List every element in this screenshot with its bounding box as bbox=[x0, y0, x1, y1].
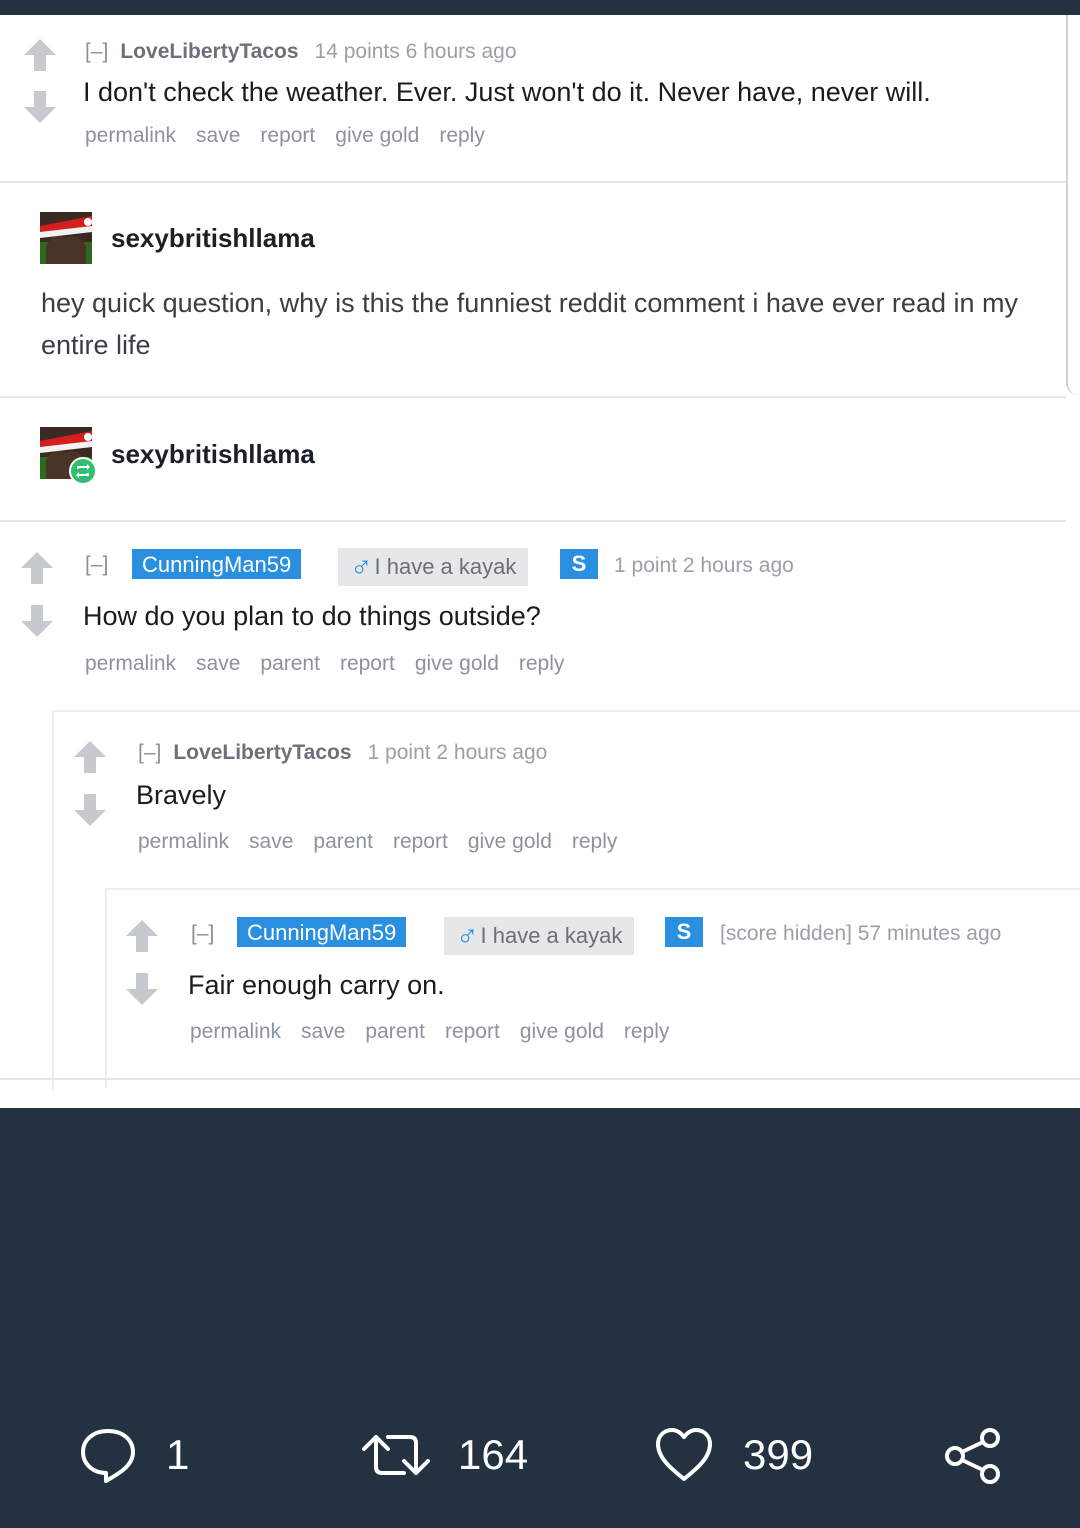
report-link[interactable]: report bbox=[393, 830, 448, 854]
collapse-toggle[interactable]: [–] bbox=[138, 741, 161, 765]
retweet-icon bbox=[362, 1435, 430, 1475]
divider bbox=[0, 520, 1066, 522]
permalink-link[interactable]: permalink bbox=[138, 830, 229, 854]
like-count: 399 bbox=[743, 1431, 814, 1478]
screenshot-edge bbox=[1066, 15, 1080, 395]
tweet-username[interactable]: sexybritishllama bbox=[111, 439, 315, 470]
downvote-arrow-icon[interactable] bbox=[19, 603, 55, 639]
report-link[interactable]: report bbox=[340, 652, 395, 676]
give-gold-link[interactable]: give gold bbox=[468, 830, 552, 854]
share-icon bbox=[945, 1428, 1000, 1484]
downvote-arrow-icon[interactable] bbox=[72, 792, 108, 828]
report-link[interactable]: report bbox=[260, 124, 315, 148]
tweet-text: hey quick question, why is this the funn… bbox=[41, 288, 1018, 360]
upvote-arrow-icon[interactable] bbox=[72, 739, 108, 775]
flair-text: I have a kayak bbox=[480, 923, 623, 948]
like-action[interactable]: 399 bbox=[655, 1427, 813, 1483]
reply-action[interactable]: 1 bbox=[80, 1427, 189, 1483]
save-link[interactable]: save bbox=[196, 124, 240, 148]
save-link[interactable]: save bbox=[301, 1020, 345, 1044]
permalink-link[interactable]: permalink bbox=[85, 652, 176, 676]
permalink-link[interactable]: permalink bbox=[85, 124, 176, 148]
comment-meta: [–] LoveLibertyTacos 1 point 2 hours ago bbox=[138, 741, 547, 765]
submitter-username-badge[interactable]: CunningMan59 bbox=[132, 549, 302, 579]
male-symbol-icon: ♂ bbox=[350, 550, 373, 583]
save-link[interactable]: save bbox=[196, 652, 240, 676]
retweet-badge-icon bbox=[69, 457, 97, 485]
comment-body: How do you plan to do things outside? bbox=[83, 601, 541, 631]
submitter-badge: S bbox=[665, 917, 703, 947]
submitter-username-badge[interactable]: CunningMan59 bbox=[237, 917, 407, 947]
comment-score: 1 point 2 hours ago bbox=[367, 741, 548, 764]
male-symbol-icon: ♂ bbox=[456, 919, 479, 952]
collapse-toggle[interactable]: [–] bbox=[85, 40, 108, 64]
reply-link[interactable]: reply bbox=[572, 830, 618, 854]
comment-author[interactable]: LoveLibertyTacos bbox=[173, 741, 351, 765]
reddit-screenshot: [–] LoveLibertyTacos 14 points 6 hours a… bbox=[0, 15, 1080, 1108]
comment-actions: permalink save parent report give gold r… bbox=[85, 652, 584, 676]
parent-link[interactable]: parent bbox=[313, 830, 373, 854]
comment-score: 14 points 6 hours ago bbox=[314, 40, 517, 63]
downvote-arrow-icon[interactable] bbox=[22, 89, 58, 125]
upvote-arrow-icon[interactable] bbox=[22, 37, 58, 73]
reply-link[interactable]: reply bbox=[519, 652, 565, 676]
comment-meta: [–] bbox=[85, 553, 120, 577]
comment-body: Fair enough carry on. bbox=[188, 970, 445, 1000]
give-gold-link[interactable]: give gold bbox=[335, 124, 419, 148]
save-link[interactable]: save bbox=[249, 830, 293, 854]
reply-count: 1 bbox=[166, 1431, 190, 1478]
speech-bubble-icon bbox=[81, 1429, 135, 1483]
user-flair: ♂ I have a kayak bbox=[338, 548, 529, 586]
comment-score: [score hidden] 57 minutes ago bbox=[720, 922, 1002, 945]
collapse-toggle[interactable]: [–] bbox=[85, 553, 108, 577]
upvote-arrow-icon[interactable] bbox=[124, 918, 160, 954]
downvote-arrow-icon[interactable] bbox=[124, 971, 160, 1007]
retweet-count: 164 bbox=[458, 1431, 529, 1478]
divider bbox=[0, 396, 1066, 398]
divider bbox=[0, 181, 1066, 183]
share-action[interactable] bbox=[944, 1427, 1002, 1485]
reply-link[interactable]: reply bbox=[624, 1020, 670, 1044]
user-flair: ♂ I have a kayak bbox=[444, 917, 635, 955]
upvote-arrow-icon[interactable] bbox=[19, 550, 55, 586]
retweet-action[interactable]: 164 bbox=[362, 1427, 528, 1483]
comment-meta: [–] bbox=[191, 922, 226, 946]
tweet-username[interactable]: sexybritishllama bbox=[111, 223, 315, 254]
parent-link[interactable]: parent bbox=[365, 1020, 425, 1044]
permalink-link[interactable]: permalink bbox=[190, 1020, 281, 1044]
comment-body: Bravely bbox=[136, 780, 227, 810]
submitter-badge: S bbox=[560, 549, 598, 579]
divider bbox=[0, 1078, 1080, 1080]
heart-icon bbox=[656, 1428, 712, 1481]
avatar[interactable] bbox=[40, 212, 92, 264]
comment-meta: [–] LoveLibertyTacos 14 points 6 hours a… bbox=[85, 40, 517, 64]
report-link[interactable]: report bbox=[445, 1020, 500, 1044]
comment-body: I don't check the weather. Ever. Just wo… bbox=[83, 77, 931, 107]
comment-actions: permalink save parent report give gold r… bbox=[138, 830, 637, 854]
flair-text: I have a kayak bbox=[374, 554, 517, 579]
comment-score: 1 point 2 hours ago bbox=[614, 554, 794, 577]
reply-link[interactable]: reply bbox=[439, 124, 485, 148]
give-gold-link[interactable]: give gold bbox=[415, 652, 499, 676]
parent-link[interactable]: parent bbox=[260, 652, 320, 676]
collapse-toggle[interactable]: [–] bbox=[191, 922, 214, 946]
comment-author[interactable]: LoveLibertyTacos bbox=[120, 40, 298, 64]
comment-actions: permalink save report give gold reply bbox=[85, 124, 505, 148]
give-gold-link[interactable]: give gold bbox=[520, 1020, 604, 1044]
comment-actions: permalink save parent report give gold r… bbox=[190, 1020, 689, 1044]
